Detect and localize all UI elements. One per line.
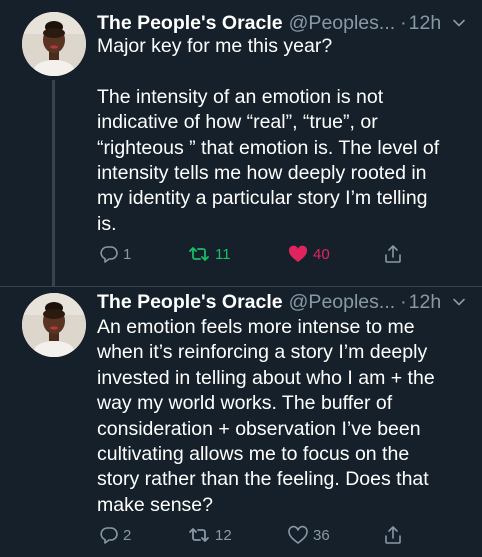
reply-icon	[99, 525, 119, 545]
retweet-count: 12	[215, 526, 232, 544]
tweet-text-line: An emotion feels more intense to me	[97, 316, 415, 338]
share-button[interactable]	[383, 522, 403, 548]
like-count: 40	[313, 245, 330, 263]
author-name[interactable]: The People's Oracle	[97, 12, 283, 35]
share-button[interactable]	[383, 241, 403, 267]
tweet-text-line: indicative of how “real”, “true”, or	[97, 111, 378, 134]
tweet-text-line: make sense?	[97, 493, 213, 516]
share-icon	[383, 524, 403, 546]
retweet-icon	[187, 244, 211, 264]
tweet-text: An emotion feels more intense to me when…	[97, 315, 469, 518]
tweet-text-line: intensity tells me how deeply rooted in	[97, 161, 427, 184]
separator-dot: ·	[400, 290, 407, 313]
reply-count: 2	[123, 526, 132, 544]
tweet-header: The People's Oracle @Peoples... · 12h	[97, 289, 467, 315]
retweet-icon	[187, 525, 211, 545]
avatar-photo	[22, 293, 86, 357]
tweet-text-line: when it’s reinforcing a story I’m deeply	[97, 341, 428, 364]
tweet-text-line: consideration + observation I’ve been	[97, 417, 421, 440]
timestamp[interactable]: 12h	[409, 12, 442, 35]
tweet-text-line: invested in telling about who I am + the	[97, 366, 435, 389]
tweet-text-line: Major key for me this year?	[97, 35, 333, 57]
author-handle[interactable]: @Peoples...	[289, 12, 396, 35]
heart-icon	[287, 244, 309, 264]
tweet-text: Major key for me this year? The intensit…	[97, 34, 469, 237]
tweet-text-line: my identity a particular story I’m telli…	[97, 187, 428, 210]
tweet-text-line: The intensity of an emotion is not	[97, 85, 384, 108]
like-count: 36	[313, 526, 330, 544]
retweet-count: 11	[215, 245, 231, 263]
like-button[interactable]: 40	[287, 241, 330, 267]
reply-button[interactable]: 1	[99, 241, 131, 267]
chevron-down-icon[interactable]	[451, 294, 467, 310]
tweet-header: The People's Oracle @Peoples... · 12h	[97, 10, 467, 36]
tweet[interactable]: The People's Oracle @Peoples... · 12h An…	[0, 287, 482, 557]
author-name[interactable]: The People's Oracle	[97, 291, 283, 314]
tweet-text-line: way my world works. The buffer of	[97, 392, 393, 415]
tweet[interactable]: The People's Oracle @Peoples... · 12h Ma…	[0, 0, 482, 286]
tweet-actions: 2 12 36	[97, 522, 467, 548]
reply-icon	[99, 244, 119, 264]
tweet-text-line: cultivating allows me to focus on the	[97, 442, 410, 465]
retweet-button[interactable]: 11	[187, 241, 231, 267]
tweet-text-line: story rather than the feeling. Does that	[97, 468, 429, 491]
avatar[interactable]	[22, 293, 86, 357]
heart-icon	[287, 525, 309, 545]
tweet-text-line: “righteous ” that emotion is. The level …	[97, 136, 440, 159]
separator-dot: ·	[400, 11, 407, 34]
reply-count: 1	[123, 245, 132, 263]
chevron-down-icon[interactable]	[451, 15, 467, 31]
timestamp[interactable]: 12h	[409, 291, 442, 314]
retweet-button[interactable]: 12	[187, 522, 232, 548]
tweet-actions: 1 11 40	[97, 241, 467, 267]
avatar-photo	[22, 12, 86, 76]
author-handle[interactable]: @Peoples...	[289, 291, 396, 314]
avatar[interactable]	[22, 12, 86, 76]
tweet-text-line: is.	[97, 212, 117, 235]
like-button[interactable]: 36	[287, 522, 330, 548]
share-icon	[383, 243, 403, 265]
reply-button[interactable]: 2	[99, 522, 131, 548]
thread-connector-line	[52, 80, 55, 286]
